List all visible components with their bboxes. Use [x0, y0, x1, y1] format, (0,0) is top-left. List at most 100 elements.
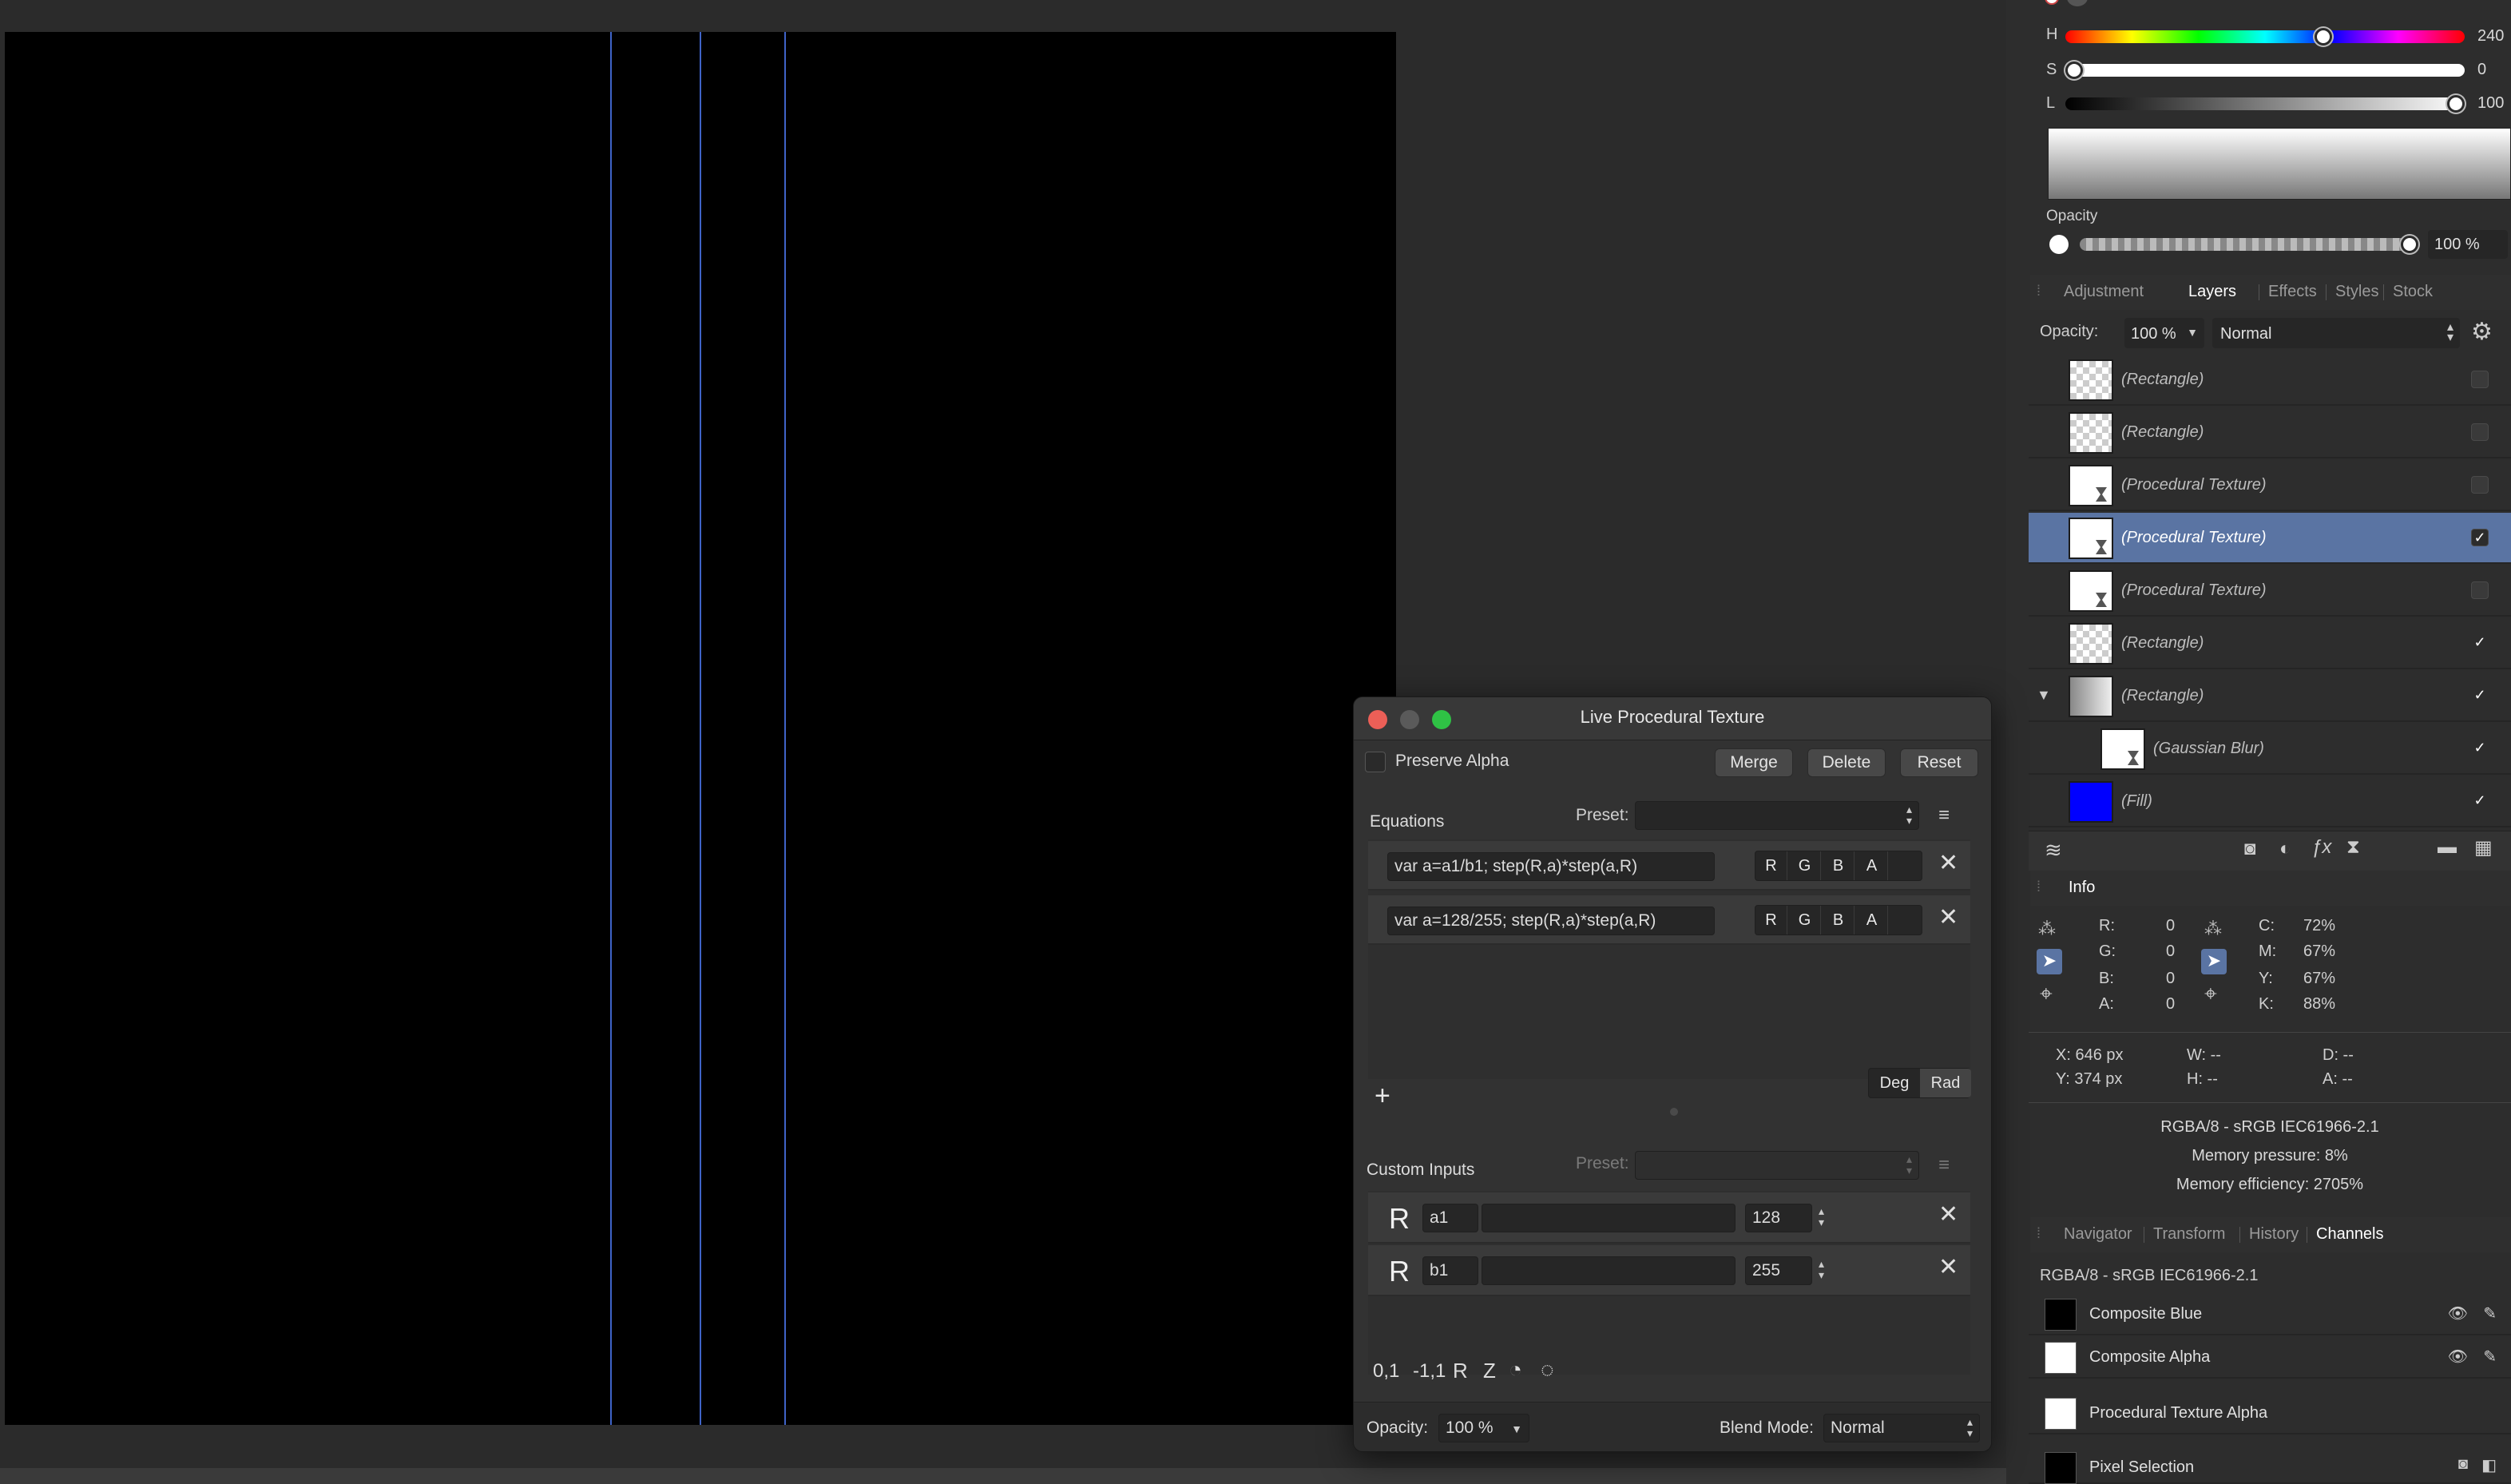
saturation-slider-knob[interactable]: [2065, 62, 2083, 79]
live-filter-icon[interactable]: ⧗: [2346, 836, 2360, 859]
gear-icon[interactable]: ⚙: [2471, 318, 2493, 346]
layer-visibility-checkbox[interactable]: [2471, 581, 2489, 599]
color-picker-icon[interactable]: ⁂: [2204, 919, 2222, 939]
opacity-slider[interactable]: [2080, 238, 2415, 251]
equation-row[interactable]: var a=128/255; step(R,a)*step(a,R) R G B…: [1368, 895, 1970, 945]
drag-handle-icon[interactable]: ⁞: [2037, 879, 2041, 895]
channel-a-toggle[interactable]: A: [1856, 851, 1888, 880]
add-colour-input-icon[interactable]: ◔: [1509, 1357, 1522, 1383]
tab-channels[interactable]: Channels: [2316, 1225, 2384, 1244]
folder-icon[interactable]: ▬: [2438, 836, 2457, 859]
preset-menu-icon[interactable]: ≡: [1938, 1154, 1950, 1176]
add-real-input-button[interactable]: R: [1453, 1359, 1468, 1383]
custom-input-row[interactable]: R a1 128 ▴ ▾ ✕: [1368, 1192, 1970, 1244]
custom-input-name[interactable]: b1: [1422, 1256, 1478, 1285]
add-integer-input-button[interactable]: Z: [1483, 1359, 1496, 1383]
layer-row[interactable]: (Rectangle): [2029, 407, 2511, 458]
pencil-icon[interactable]: ✎: [2483, 1347, 2497, 1367]
stepper-arrows-icon[interactable]: ▴ ▾: [1819, 1205, 1824, 1228]
layer-visibility-checkbox[interactable]: ✓: [2471, 529, 2489, 546]
dialog-opacity-dropdown[interactable]: 100 % ▼: [1438, 1414, 1529, 1442]
crosshair-icon[interactable]: ⌖: [2204, 981, 2217, 1007]
hue-value[interactable]: 240: [2477, 27, 2504, 46]
input-type-icon[interactable]: R: [1389, 1255, 1410, 1288]
eye-icon[interactable]: 👁: [2448, 1347, 2468, 1367]
equations-preset-select[interactable]: ▴ ▾: [1635, 801, 1919, 830]
invert-icon[interactable]: ◧: [2481, 1455, 2497, 1475]
custom-input-slider[interactable]: [1482, 1256, 1735, 1285]
layer-blend-mode-select[interactable]: Normal ▴ ▾: [2212, 318, 2460, 348]
layer-name[interactable]: (Fill): [2121, 792, 2152, 811]
layer-visibility-checkmark[interactable]: ✓: [2471, 792, 2489, 810]
layer-visibility-checkmark[interactable]: ✓: [2471, 634, 2489, 652]
lightness-value[interactable]: 100: [2477, 94, 2504, 113]
layer-opacity-dropdown[interactable]: 100 % ▼: [2124, 318, 2204, 348]
add-signed-input-button[interactable]: -1,1: [1413, 1360, 1446, 1383]
channel-row[interactable]: Composite Alpha 👁 ✎: [2029, 1337, 2511, 1379]
add-angle-input-icon[interactable]: ◌: [1541, 1357, 1554, 1383]
layer-row-selected[interactable]: (Procedural Texture) ✓: [2029, 513, 2511, 564]
layer-name[interactable]: (Procedural Texture): [2121, 581, 2267, 600]
lightness-slider-knob[interactable]: [2447, 95, 2465, 113]
tab-layers[interactable]: Layers: [2188, 283, 2236, 301]
layer-name[interactable]: (Rectangle): [2121, 687, 2204, 705]
custom-input-value[interactable]: 128: [1745, 1204, 1812, 1232]
custom-input-slider[interactable]: [1482, 1204, 1735, 1232]
layer-row-child[interactable]: (Gaussian Blur) ✓: [2029, 724, 2511, 775]
layer-row[interactable]: (Rectangle) ✓: [2029, 618, 2511, 669]
eye-icon[interactable]: 👁: [2448, 1303, 2468, 1323]
adjustment-icon[interactable]: ◐: [2279, 838, 2291, 860]
input-type-icon[interactable]: R: [1389, 1202, 1410, 1236]
channel-a-toggle[interactable]: A: [1856, 906, 1888, 934]
equation-input[interactable]: var a=128/255; step(R,a)*step(a,R): [1387, 907, 1715, 935]
channel-b-toggle[interactable]: B: [1823, 851, 1854, 880]
guide-line[interactable]: [784, 32, 786, 1425]
hue-slider[interactable]: [2065, 30, 2465, 43]
remove-input-icon[interactable]: ✕: [1938, 1200, 1958, 1228]
splitter-handle[interactable]: [1670, 1108, 1678, 1116]
layer-name[interactable]: (Rectangle): [2121, 371, 2204, 389]
saturation-value[interactable]: 0: [2477, 61, 2486, 79]
channel-row[interactable]: Procedural Texture Alpha: [2029, 1393, 2511, 1434]
pencil-icon[interactable]: ✎: [2483, 1303, 2497, 1323]
pointer-tool-icon[interactable]: ➤: [2201, 949, 2227, 974]
dialog-titlebar[interactable]: Live Procedural Texture: [1354, 697, 1991, 740]
tab-navigator[interactable]: Navigator: [2064, 1225, 2132, 1244]
pixel-layer-icon[interactable]: ▦: [2474, 836, 2493, 859]
guide-line[interactable]: [610, 32, 612, 1425]
tab-adjustment[interactable]: Adjustment: [2064, 283, 2144, 301]
layer-name[interactable]: (Rectangle): [2121, 634, 2204, 653]
channel-row[interactable]: Pixel Selection ◙ ◧: [2029, 1447, 2511, 1484]
channel-row[interactable]: Composite Blue 👁 ✎: [2029, 1294, 2511, 1335]
delete-button[interactable]: Delete: [1807, 748, 1886, 777]
tab-stock[interactable]: Stock: [2393, 283, 2433, 301]
disclosure-triangle-icon[interactable]: ▼: [2037, 687, 2051, 704]
preserve-alpha-checkbox[interactable]: [1365, 752, 1386, 772]
drag-handle-icon[interactable]: ⁞: [2037, 1225, 2041, 1242]
layer-visibility-checkmark[interactable]: ✓: [2471, 687, 2489, 704]
channel-g-toggle[interactable]: G: [1789, 906, 1821, 934]
tab-info[interactable]: Info: [2069, 879, 2095, 897]
color-preview-gradient[interactable]: [2048, 128, 2511, 200]
layer-row[interactable]: (Fill) ✓: [2029, 776, 2511, 827]
blend-mode-select[interactable]: Normal ▴ ▾: [1823, 1414, 1980, 1442]
custom-input-name[interactable]: a1: [1422, 1204, 1478, 1232]
channel-b-toggle[interactable]: B: [1823, 906, 1854, 934]
channel-r-toggle[interactable]: R: [1755, 906, 1787, 934]
tab-styles[interactable]: Styles: [2335, 283, 2378, 301]
equation-input[interactable]: var a=a1/b1; step(R,a)*step(a,R): [1387, 852, 1715, 881]
rad-button[interactable]: Rad: [1920, 1069, 1971, 1097]
crosshair-icon[interactable]: ⌖: [2040, 981, 2053, 1007]
merge-button[interactable]: Merge: [1715, 748, 1793, 777]
layer-row[interactable]: (Procedural Texture): [2029, 460, 2511, 511]
add-equation-button[interactable]: +: [1375, 1081, 1390, 1112]
guide-line[interactable]: [700, 32, 701, 1425]
equation-row[interactable]: var a=a1/b1; step(R,a)*step(a,R) R G B A…: [1368, 841, 1970, 891]
layer-visibility-checkbox[interactable]: [2471, 371, 2489, 388]
channel-g-toggle[interactable]: G: [1789, 851, 1821, 880]
layers-stack-icon[interactable]: ≋: [2045, 838, 2062, 863]
fx-icon[interactable]: ƒx: [2311, 836, 2331, 859]
layer-name[interactable]: (Gaussian Blur): [2153, 740, 2264, 758]
layer-visibility-checkmark[interactable]: ✓: [2471, 740, 2489, 757]
deg-button[interactable]: Deg: [1869, 1069, 1920, 1097]
